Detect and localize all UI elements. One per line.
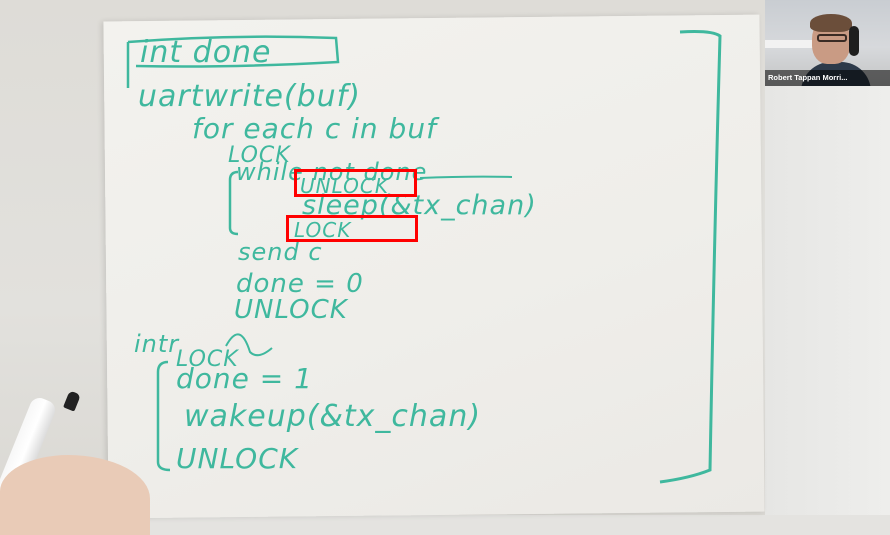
line-done-one: done = 1 (176, 362, 313, 395)
participant-glasses (817, 34, 847, 42)
participant-hair (810, 14, 852, 32)
highlight-lock-box (286, 215, 418, 242)
whiteboard-ink: int done uartwrite(buf) for each c in bu… (126, 30, 722, 484)
line-int-done: int done (140, 35, 272, 70)
headphone-icon (849, 26, 859, 56)
line-for-each: for each c in buf (192, 112, 440, 145)
participant-video[interactable]: Robert Tappan Morri... (765, 0, 890, 86)
participant-name-label: Robert Tappan Morri... (765, 70, 890, 86)
done-underline (419, 175, 513, 179)
line-uartwrite: uartwrite(buf) (138, 79, 361, 114)
line-unlock-2: UNLOCK (234, 295, 349, 325)
line-send-c: send c (238, 238, 323, 266)
right-bracket (659, 30, 722, 484)
line-unlock-3: UNLOCK (176, 442, 300, 475)
line-intr: intr (134, 330, 180, 358)
highlight-unlock-box (294, 169, 417, 197)
intr-brace (156, 360, 171, 472)
line-wakeup: wakeup(&tx_chan) (184, 399, 481, 434)
